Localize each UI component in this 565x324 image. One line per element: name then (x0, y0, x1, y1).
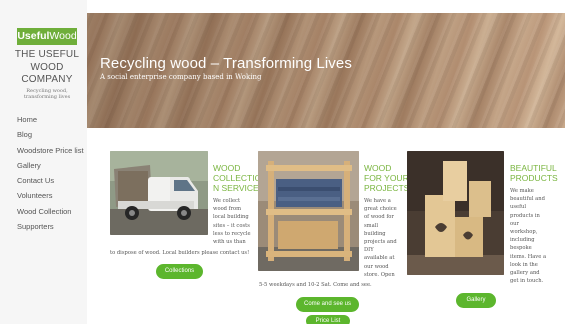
come-and-see-us-button[interactable]: Come and see us (296, 297, 359, 312)
card-text-line: with us than (213, 239, 246, 246)
card-text-tail: to dispose of wood. Local builders pleas… (110, 250, 250, 256)
card-title-line: PRODUCTS (510, 173, 558, 183)
logo-text-bold: Useful (17, 30, 50, 42)
card-text-line: building (364, 230, 386, 237)
card-text-line: workshop, (510, 229, 538, 236)
site-title-line: THE USEFUL (14, 49, 80, 60)
card-title-line: WOOD (213, 163, 241, 173)
nav-item-blog[interactable]: Blog (17, 130, 84, 145)
hero-title: Recycling wood – Transforming Lives (100, 55, 352, 72)
card-text-line: We collect (213, 198, 241, 204)
card-title: WOOD FOR YOUR PROJECTS (364, 163, 409, 193)
card-text-line: small (364, 222, 378, 229)
shelf-image (258, 151, 359, 271)
card-text-line: get in touch. (510, 278, 544, 285)
tagline-line: transforming lives (23, 94, 71, 100)
card-text-line: products in (510, 212, 540, 219)
card-text-line: great choice (364, 206, 397, 213)
card-text-line: We make (510, 188, 534, 194)
hero-banner: Recycling wood – Transforming Lives A so… (87, 13, 565, 128)
logo-text-regular: Wood (49, 30, 77, 42)
card-title-line: N SERVICE (213, 183, 259, 193)
nav-item-gallery[interactable]: Gallery (17, 161, 84, 176)
card-text-line: DIY (364, 247, 374, 254)
card-text: We collect wood from local building site… (213, 197, 257, 246)
card-text: We make beautiful and useful products in… (510, 187, 552, 285)
card-title-line: BEAUTIFUL (510, 163, 557, 173)
candle-holder-image (407, 151, 504, 275)
site-title: THE USEFUL WOOD COMPANY (14, 49, 80, 87)
card-text-line: useful (510, 204, 526, 211)
card-text: We have a great choice of wood for small… (364, 197, 404, 279)
card-text-line: of wood for (364, 214, 394, 221)
card-text-tail: 5-5 weekdays and 10-2 Sat. Come and see. (259, 282, 372, 288)
nav-item-home[interactable]: Home (17, 115, 84, 130)
card-text-line: our wood (364, 263, 389, 270)
site-title-line: WOOD (30, 61, 64, 73)
hero-subtitle: A social enterprise company based in Wok… (100, 73, 262, 81)
card-text-line: less to recycle (213, 230, 251, 237)
van-image (110, 151, 208, 235)
card-text-line: our (510, 220, 519, 227)
card-text-line: sites – it costs (213, 222, 250, 229)
card-title-line: PROJECTS (364, 183, 410, 193)
sidebar: UsefulWood THE USEFUL WOOD COMPANY Recyc… (0, 0, 87, 324)
card-text-line: We have a (364, 198, 391, 204)
price-list-button[interactable]: Price List (306, 315, 350, 324)
card-text-line: beautiful and (510, 196, 545, 203)
card-title-line: FOR YOUR (364, 173, 409, 183)
main-nav: Home Blog Woodstore Price list Gallery C… (17, 115, 84, 237)
nav-item-wood-collection[interactable]: Wood Collection (17, 207, 84, 222)
card-text-line: look in the (510, 261, 538, 268)
nav-item-contact[interactable]: Contact Us (17, 176, 84, 191)
card-text-line: including (510, 237, 535, 244)
card-text-line: wood from (213, 206, 242, 213)
card-text-line: gallery and (510, 270, 540, 277)
gallery-button[interactable]: Gallery (456, 293, 496, 308)
card-text-line: available at (364, 255, 395, 262)
card-title: WOOD COLLECTIO N SERVICE (213, 163, 261, 193)
card-text-line: items. Have a (510, 253, 547, 260)
collections-button[interactable]: Collections (156, 264, 203, 279)
nav-item-price-list[interactable]: Woodstore Price list (17, 146, 84, 161)
card-title-line: WOOD (364, 163, 392, 173)
nav-item-volunteers[interactable]: Volunteers (17, 191, 84, 206)
card-text-line: bespoke (510, 245, 532, 252)
nav-item-supporters[interactable]: Supporters (17, 222, 84, 237)
card-text-line: projects and (364, 239, 397, 246)
card-text-line: store. Open (364, 271, 395, 278)
card-text-line: local building (213, 214, 249, 221)
card-title-line: COLLECTIO (213, 173, 262, 183)
site-logo[interactable]: UsefulWood (17, 28, 77, 45)
card-title: BEAUTIFUL PRODUCTS (510, 163, 558, 183)
site-tagline: Recycling wood, transforming lives (10, 88, 84, 100)
site-title-line: COMPANY (21, 74, 73, 85)
